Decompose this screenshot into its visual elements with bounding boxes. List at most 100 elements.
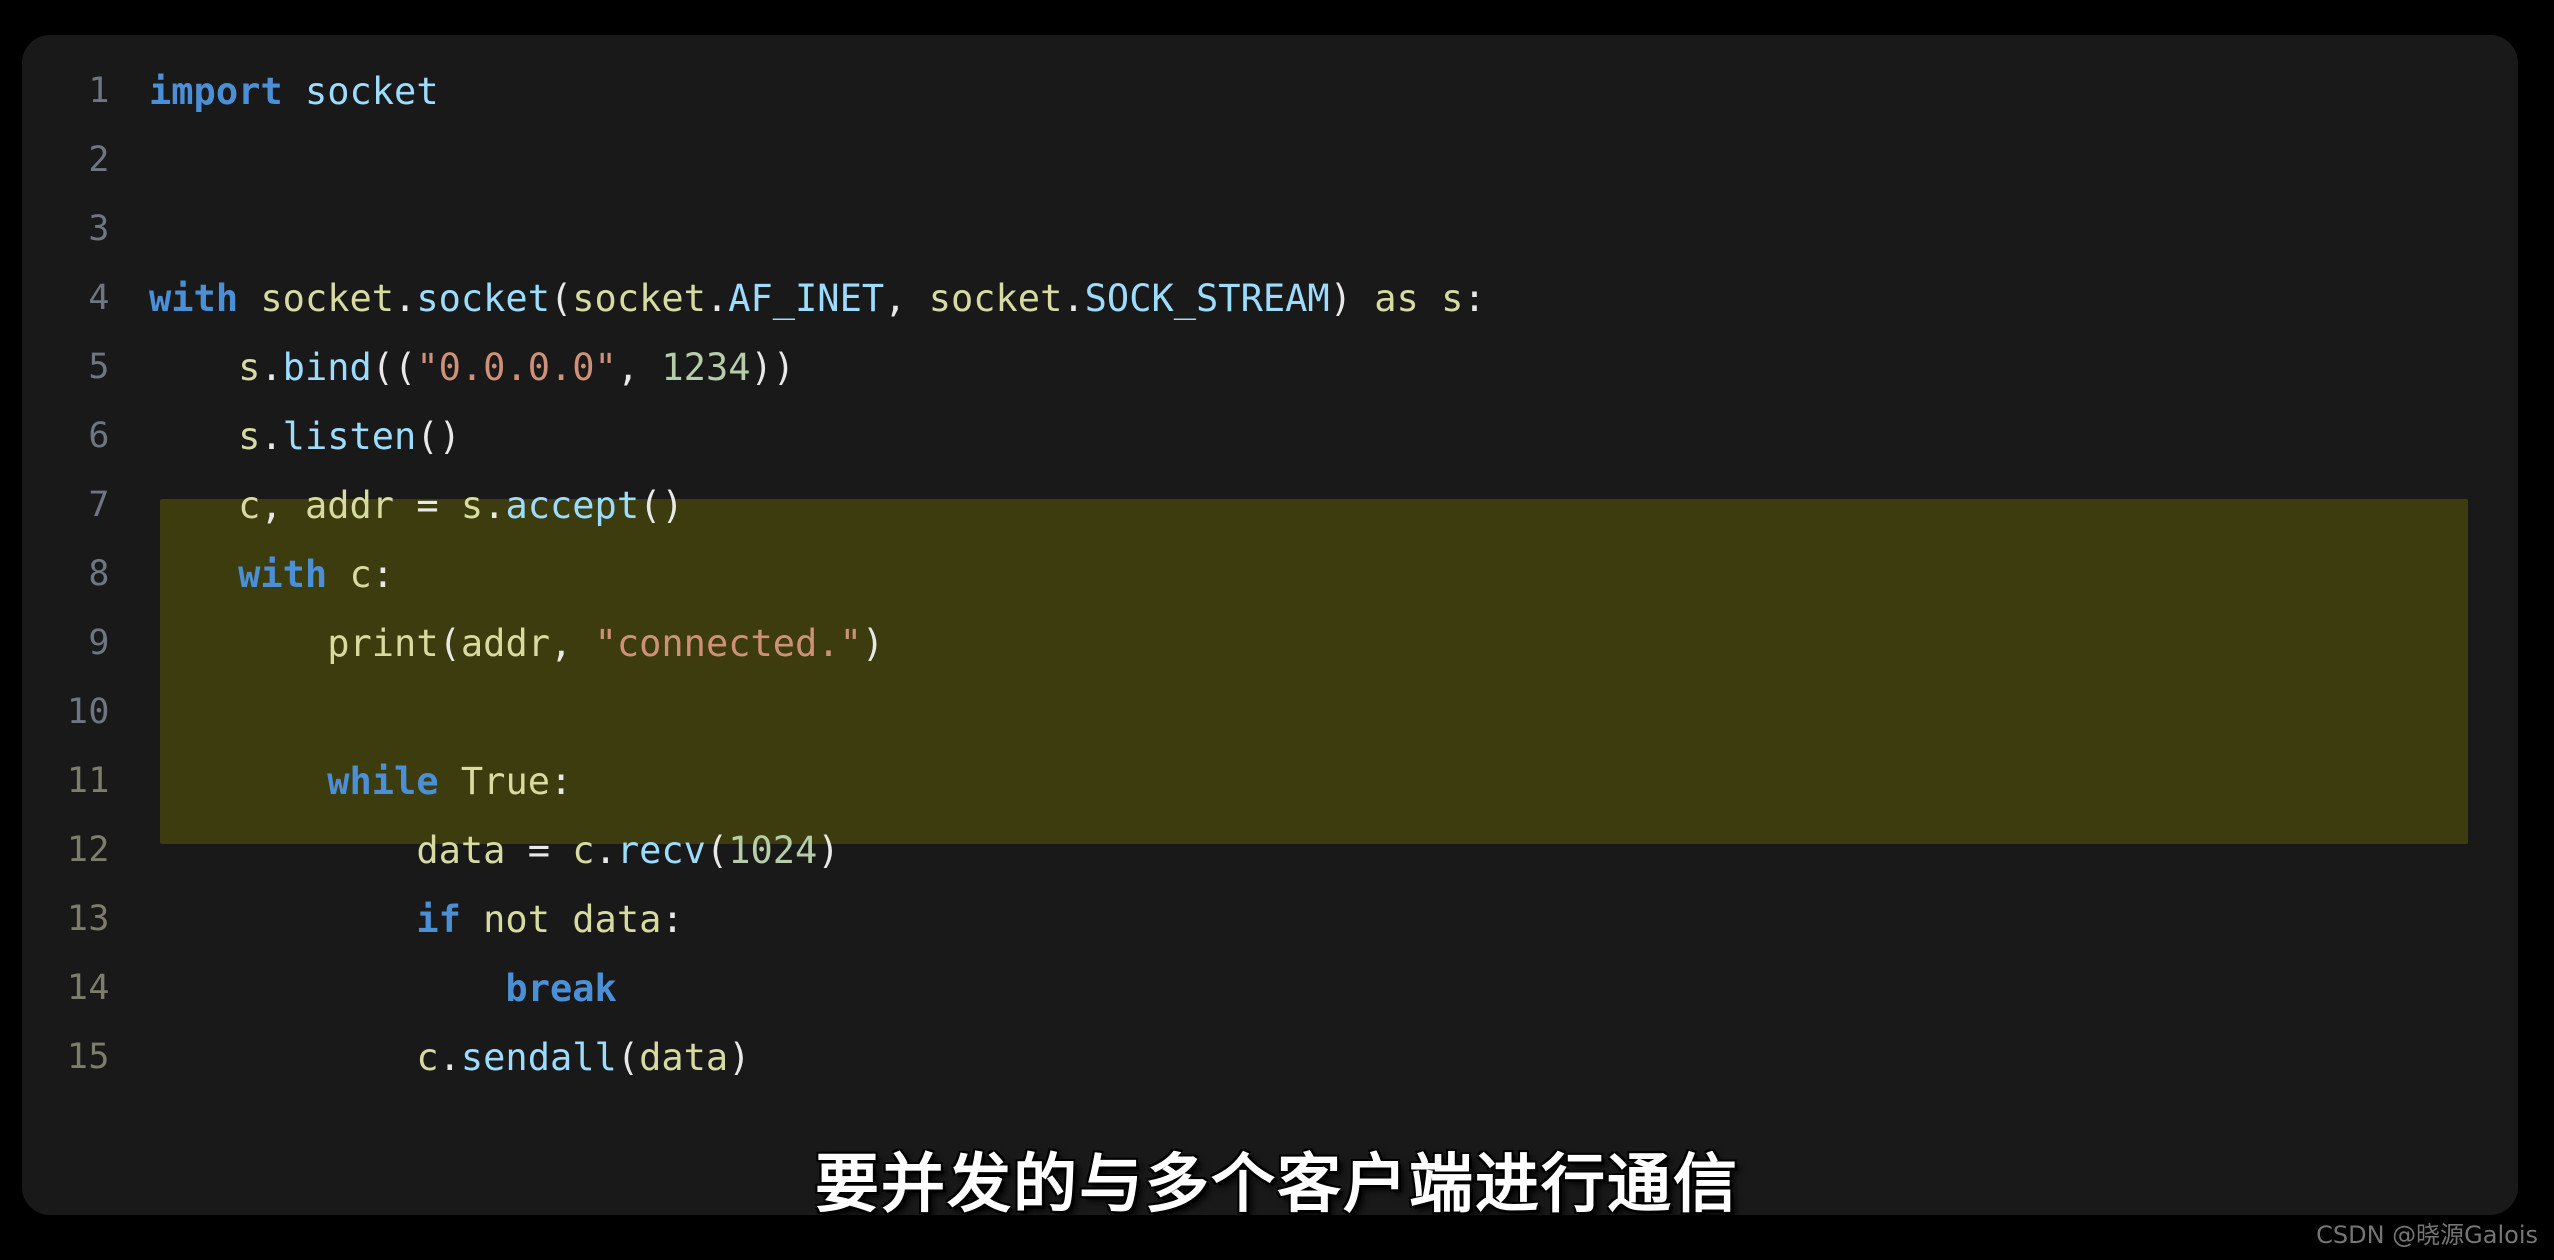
token-comma: ,: [550, 622, 595, 665]
token-string: "connected.": [594, 622, 862, 665]
code-line[interactable]: 2: [22, 126, 2518, 195]
code-line-highlighted[interactable]: 14 break: [22, 954, 2518, 1023]
token-identifier: addr: [460, 622, 550, 665]
token-keyword: break: [505, 967, 617, 1010]
token-builtin: print: [327, 622, 439, 665]
token-identifier: c: [349, 553, 372, 596]
token-operator: =: [505, 829, 573, 872]
line-number: 7: [88, 485, 110, 525]
token-dot: .: [594, 829, 617, 872]
code-line-content: with c:: [149, 540, 394, 609]
token-keyword: while: [327, 760, 439, 803]
token-module: socket: [304, 70, 439, 113]
token-operator: =: [394, 484, 461, 527]
line-number: 13: [66, 899, 110, 939]
code-line-content: break: [149, 954, 617, 1023]
token-paren: ): [861, 622, 885, 665]
token-keyword: import: [149, 70, 283, 113]
line-number: 2: [88, 140, 110, 180]
token-identifier: c: [238, 484, 261, 527]
code-line[interactable]: 5 s.bind(("0.0.0.0", 1234)): [22, 333, 2518, 402]
token-attribute: AF_INET: [728, 277, 885, 320]
code-line-content: s.bind(("0.0.0.0", 1234)): [149, 333, 795, 402]
token-module: socket: [260, 277, 395, 320]
token-method: listen: [282, 415, 417, 458]
code-line-content: print(addr, "connected."): [149, 609, 884, 678]
code-line-highlighted[interactable]: 15 c.sendall(data): [22, 1023, 2518, 1092]
token-identifier: c: [572, 829, 595, 872]
token-paren: (): [416, 415, 461, 458]
token-module: socket: [572, 277, 706, 320]
token-method: sendall: [460, 1036, 617, 1079]
token-identifier: data: [572, 898, 662, 941]
code-editor-panel[interactable]: 1 import socket 2 3 4 with socket.socket…: [22, 35, 2518, 1215]
token-attribute: SOCK_STREAM: [1084, 277, 1330, 320]
token-keyword: with: [149, 277, 239, 320]
code-line[interactable]: 8 with c:: [22, 540, 2518, 609]
line-number: 11: [66, 761, 110, 801]
token-identifier: data: [639, 1036, 729, 1079]
code-line[interactable]: 4 with socket.socket(socket.AF_INET, soc…: [22, 264, 2518, 333]
code-line-content: import socket: [149, 57, 439, 126]
code-line-highlighted[interactable]: 12 data = c.recv(1024): [22, 816, 2518, 885]
token-paren: ((: [371, 346, 417, 389]
line-number: 15: [66, 1037, 110, 1077]
token-colon: :: [661, 898, 684, 941]
token-paren: (: [438, 622, 461, 665]
token-keyword-not: not: [483, 898, 550, 941]
token-paren: )): [750, 346, 796, 389]
token-builtin: True: [460, 760, 550, 803]
token-keyword: if: [416, 898, 461, 941]
token-paren: (): [639, 484, 684, 527]
token-dot: .: [260, 415, 283, 458]
token-number: 1234: [661, 346, 751, 389]
code-line-content: while True:: [149, 747, 572, 816]
code-line[interactable]: 9 print(addr, "connected."): [22, 609, 2518, 678]
token-paren: ): [728, 1036, 751, 1079]
token-number: 1024: [728, 829, 818, 872]
token-dot: .: [705, 277, 729, 320]
code-line[interactable]: 10: [22, 678, 2518, 747]
token-identifier: s: [1441, 277, 1464, 320]
code-line-highlighted[interactable]: 13 if not data:: [22, 885, 2518, 954]
token-module: socket: [928, 277, 1063, 320]
token-paren: (: [705, 829, 729, 872]
code-line-highlighted[interactable]: 11 while True:: [22, 747, 2518, 816]
line-number: 4: [88, 278, 110, 318]
token-colon: :: [371, 553, 395, 596]
token-identifier: data: [416, 829, 506, 872]
code-line-content: with socket.socket(socket.AF_INET, socke…: [149, 264, 1486, 333]
code-line-content: c, addr = s.accept(): [149, 471, 684, 540]
line-number: 3: [88, 209, 110, 249]
token-comma: ,: [616, 346, 662, 389]
code-line-content: data = c.recv(1024): [149, 816, 839, 885]
token-identifier: s: [238, 346, 261, 389]
code-line[interactable]: 3: [22, 195, 2518, 264]
token-keyword: with: [238, 553, 328, 596]
token-colon: :: [1463, 277, 1486, 320]
token-keyword-as: as: [1374, 277, 1419, 320]
token-method: accept: [505, 484, 640, 527]
token-dot: .: [483, 484, 506, 527]
token-paren: (: [549, 277, 573, 320]
token-dot: .: [1062, 277, 1085, 320]
code-line[interactable]: 7 c, addr = s.accept(): [22, 471, 2518, 540]
code-line-list: 1 import socket 2 3 4 with socket.socket…: [22, 57, 2518, 1092]
line-number: 8: [88, 554, 110, 594]
token-identifier: s: [238, 415, 261, 458]
code-line[interactable]: 1 import socket: [22, 57, 2518, 126]
watermark: CSDN @晓源Galois: [2316, 1221, 2538, 1249]
code-line-content: s.listen(): [149, 402, 461, 471]
token-paren: (: [616, 1036, 640, 1079]
token-dot: .: [260, 346, 283, 389]
line-number: 5: [88, 347, 110, 387]
code-line[interactable]: 6 s.listen(): [22, 402, 2518, 471]
token-identifier: s: [460, 484, 484, 527]
token-comma: ,: [884, 277, 929, 320]
